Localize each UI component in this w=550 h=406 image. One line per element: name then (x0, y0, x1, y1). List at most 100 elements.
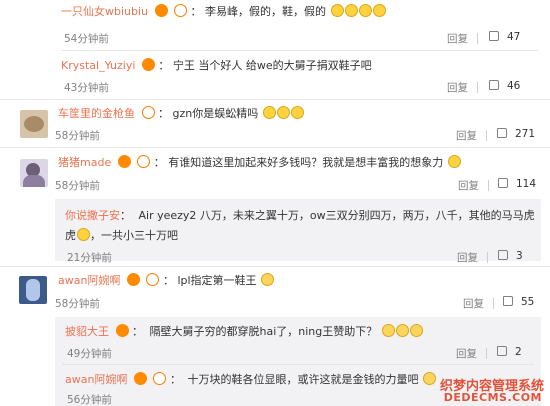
emoji-icon (358, 4, 372, 17)
level-badge-icon (174, 4, 188, 17)
divider (486, 130, 487, 141)
comment-time: 56分钟前 (67, 394, 112, 406)
comment-text: 李易峰，假的，鞋，假的 (205, 5, 327, 18)
reply-button[interactable]: 回复 (447, 80, 468, 95)
username-link[interactable]: Krystal_Yuziyi (61, 59, 135, 72)
emoji-icon (262, 106, 276, 119)
username-link[interactable]: 猪猪made (58, 156, 111, 169)
username-link[interactable]: 你说撒子安 (65, 209, 120, 222)
emoji-icon (344, 4, 358, 17)
comment-text: 十万块的鞋各位显眼，或许这就是金钱的力量吧 (187, 373, 419, 386)
divider (61, 50, 538, 51)
vip-badge-icon (141, 58, 155, 71)
vip-badge-icon (133, 372, 147, 385)
divider (486, 348, 487, 359)
comment-time: 58分钟前 (55, 180, 100, 192)
reply-button[interactable]: 回复 (463, 296, 484, 311)
level-badge-icon (141, 106, 155, 119)
vip-badge-icon (126, 273, 140, 286)
avatar[interactable] (20, 159, 48, 187)
comment-line: 披貂大王 ： 隔壁大舅子穷的都穿脱hai了，ning王赞助下？ (65, 324, 550, 340)
level-badge-icon (137, 155, 151, 168)
like-button[interactable]: 271 (497, 128, 535, 140)
username-link[interactable]: 车筐里的金枪鱼 (58, 107, 135, 120)
comment-text: 宁王 当个好人 给we的大舅子捐双鞋子吧 (172, 59, 372, 72)
reply-button[interactable]: 回复 (457, 250, 478, 265)
watermark-logo: 织梦内容管理系统 DEDECMS.COM (401, 375, 546, 405)
thumbs-up-icon (489, 31, 499, 41)
emoji-icon (290, 106, 304, 119)
like-button[interactable]: 46 (489, 80, 520, 92)
comment-time: 54分钟前 (64, 33, 109, 45)
thumbs-up-icon (498, 178, 508, 188)
username-link[interactable]: awan阿婉啊 (58, 274, 120, 287)
like-count: 55 (521, 296, 535, 308)
thumbs-up-icon (489, 80, 499, 90)
divider (487, 252, 488, 263)
reply-button[interactable]: 回复 (456, 128, 477, 143)
level-badge-icon (153, 372, 167, 385)
like-count: 2 (515, 346, 522, 358)
comment-line: 虎 ，一共小三十万吧 (65, 228, 550, 244)
comment-time: 58分钟前 (55, 130, 100, 142)
comment-line: 一只仙女wbiubiu ： 李易峰，假的，鞋，假的 (61, 4, 550, 20)
like-button[interactable]: 47 (489, 31, 520, 43)
like-count: 47 (507, 31, 521, 43)
comment-text: gzn你是蜈蚣精吗 (172, 107, 259, 120)
comment-line: Krystal_Yuziyi ： 宁王 当个好人 给we的大舅子捐双鞋子吧 (61, 58, 372, 72)
comment-line: awan阿婉啊 ： lpl指定第一鞋王 (58, 273, 550, 289)
divider (477, 82, 478, 93)
watermark-domain: DEDECMS.COM (443, 391, 542, 404)
comment-line: 猪猪made ： 有谁知道这里加起来好多钱吗？我就是想丰富我的想象力 (58, 155, 550, 171)
thumbs-up-icon (503, 296, 513, 306)
divider (0, 99, 550, 100)
laughing-emoji-icon (381, 324, 395, 337)
laughing-emoji-icon (261, 273, 275, 286)
like-count: 271 (515, 128, 536, 140)
comment-time: 58分钟前 (55, 298, 100, 310)
emoji-icon (77, 228, 90, 241)
like-count: 3 (516, 250, 523, 262)
like-count: 114 (516, 178, 537, 190)
comment-line: 你说撒子安： Air yeezy2 八万，未来之翼十万，ow三双分别四万，两万，… (65, 209, 535, 222)
like-button[interactable]: 2 (497, 346, 522, 358)
username-link[interactable]: 披貂大王 (65, 325, 109, 338)
comment-time: 43分钟前 (64, 82, 109, 94)
vip-badge-icon (154, 4, 168, 17)
laughing-emoji-icon (409, 324, 423, 337)
comment-line: 车筐里的金枪鱼 ： gzn你是蜈蚣精吗 (58, 106, 550, 122)
laughing-emoji-icon (395, 324, 409, 337)
thumbs-up-icon (498, 250, 508, 260)
emoji-icon (276, 106, 290, 119)
comment-text: 有谁知道这里加起来好多钱吗？我就是想丰富我的想象力 (168, 156, 444, 169)
thumbs-up-icon (497, 128, 507, 138)
comment-time: 21分钟前 (67, 252, 112, 264)
like-count: 46 (507, 80, 521, 92)
username-link[interactable]: awan阿婉啊 (65, 373, 127, 386)
like-button[interactable]: 55 (503, 296, 534, 308)
avatar[interactable] (19, 276, 47, 304)
reply-button[interactable]: 回复 (458, 178, 479, 193)
thumbs-up-icon (497, 346, 507, 356)
username-link[interactable]: 一只仙女wbiubiu (61, 5, 148, 18)
divider (477, 33, 478, 44)
level-badge-icon (146, 273, 160, 286)
comment-text: 虎 (65, 229, 76, 242)
reply-button[interactable]: 回复 (456, 346, 477, 361)
like-button[interactable]: 3 (498, 250, 523, 262)
avatar[interactable] (20, 110, 48, 138)
vip-badge-icon (117, 155, 131, 168)
vip-badge-icon (115, 324, 129, 337)
divider (62, 364, 534, 365)
divider (0, 266, 550, 267)
comment-time: 49分钟前 (67, 348, 112, 360)
like-button[interactable]: 114 (498, 178, 536, 190)
comment-text: 隔壁大舅子穷的都穿脱hai了，ning王赞助下？ (149, 325, 378, 338)
comment-text: lpl指定第一鞋王 (177, 274, 257, 287)
reply-button[interactable]: 回复 (447, 31, 468, 46)
comment-text: Air yeezy2 八万，未来之翼十万，ow三双分别四万，两万，八千，其他的马… (138, 209, 535, 222)
divider (493, 298, 494, 309)
emoji-icon (330, 4, 344, 17)
emoji-icon (372, 4, 386, 17)
comment-text: ，一共小三十万吧 (90, 229, 178, 242)
